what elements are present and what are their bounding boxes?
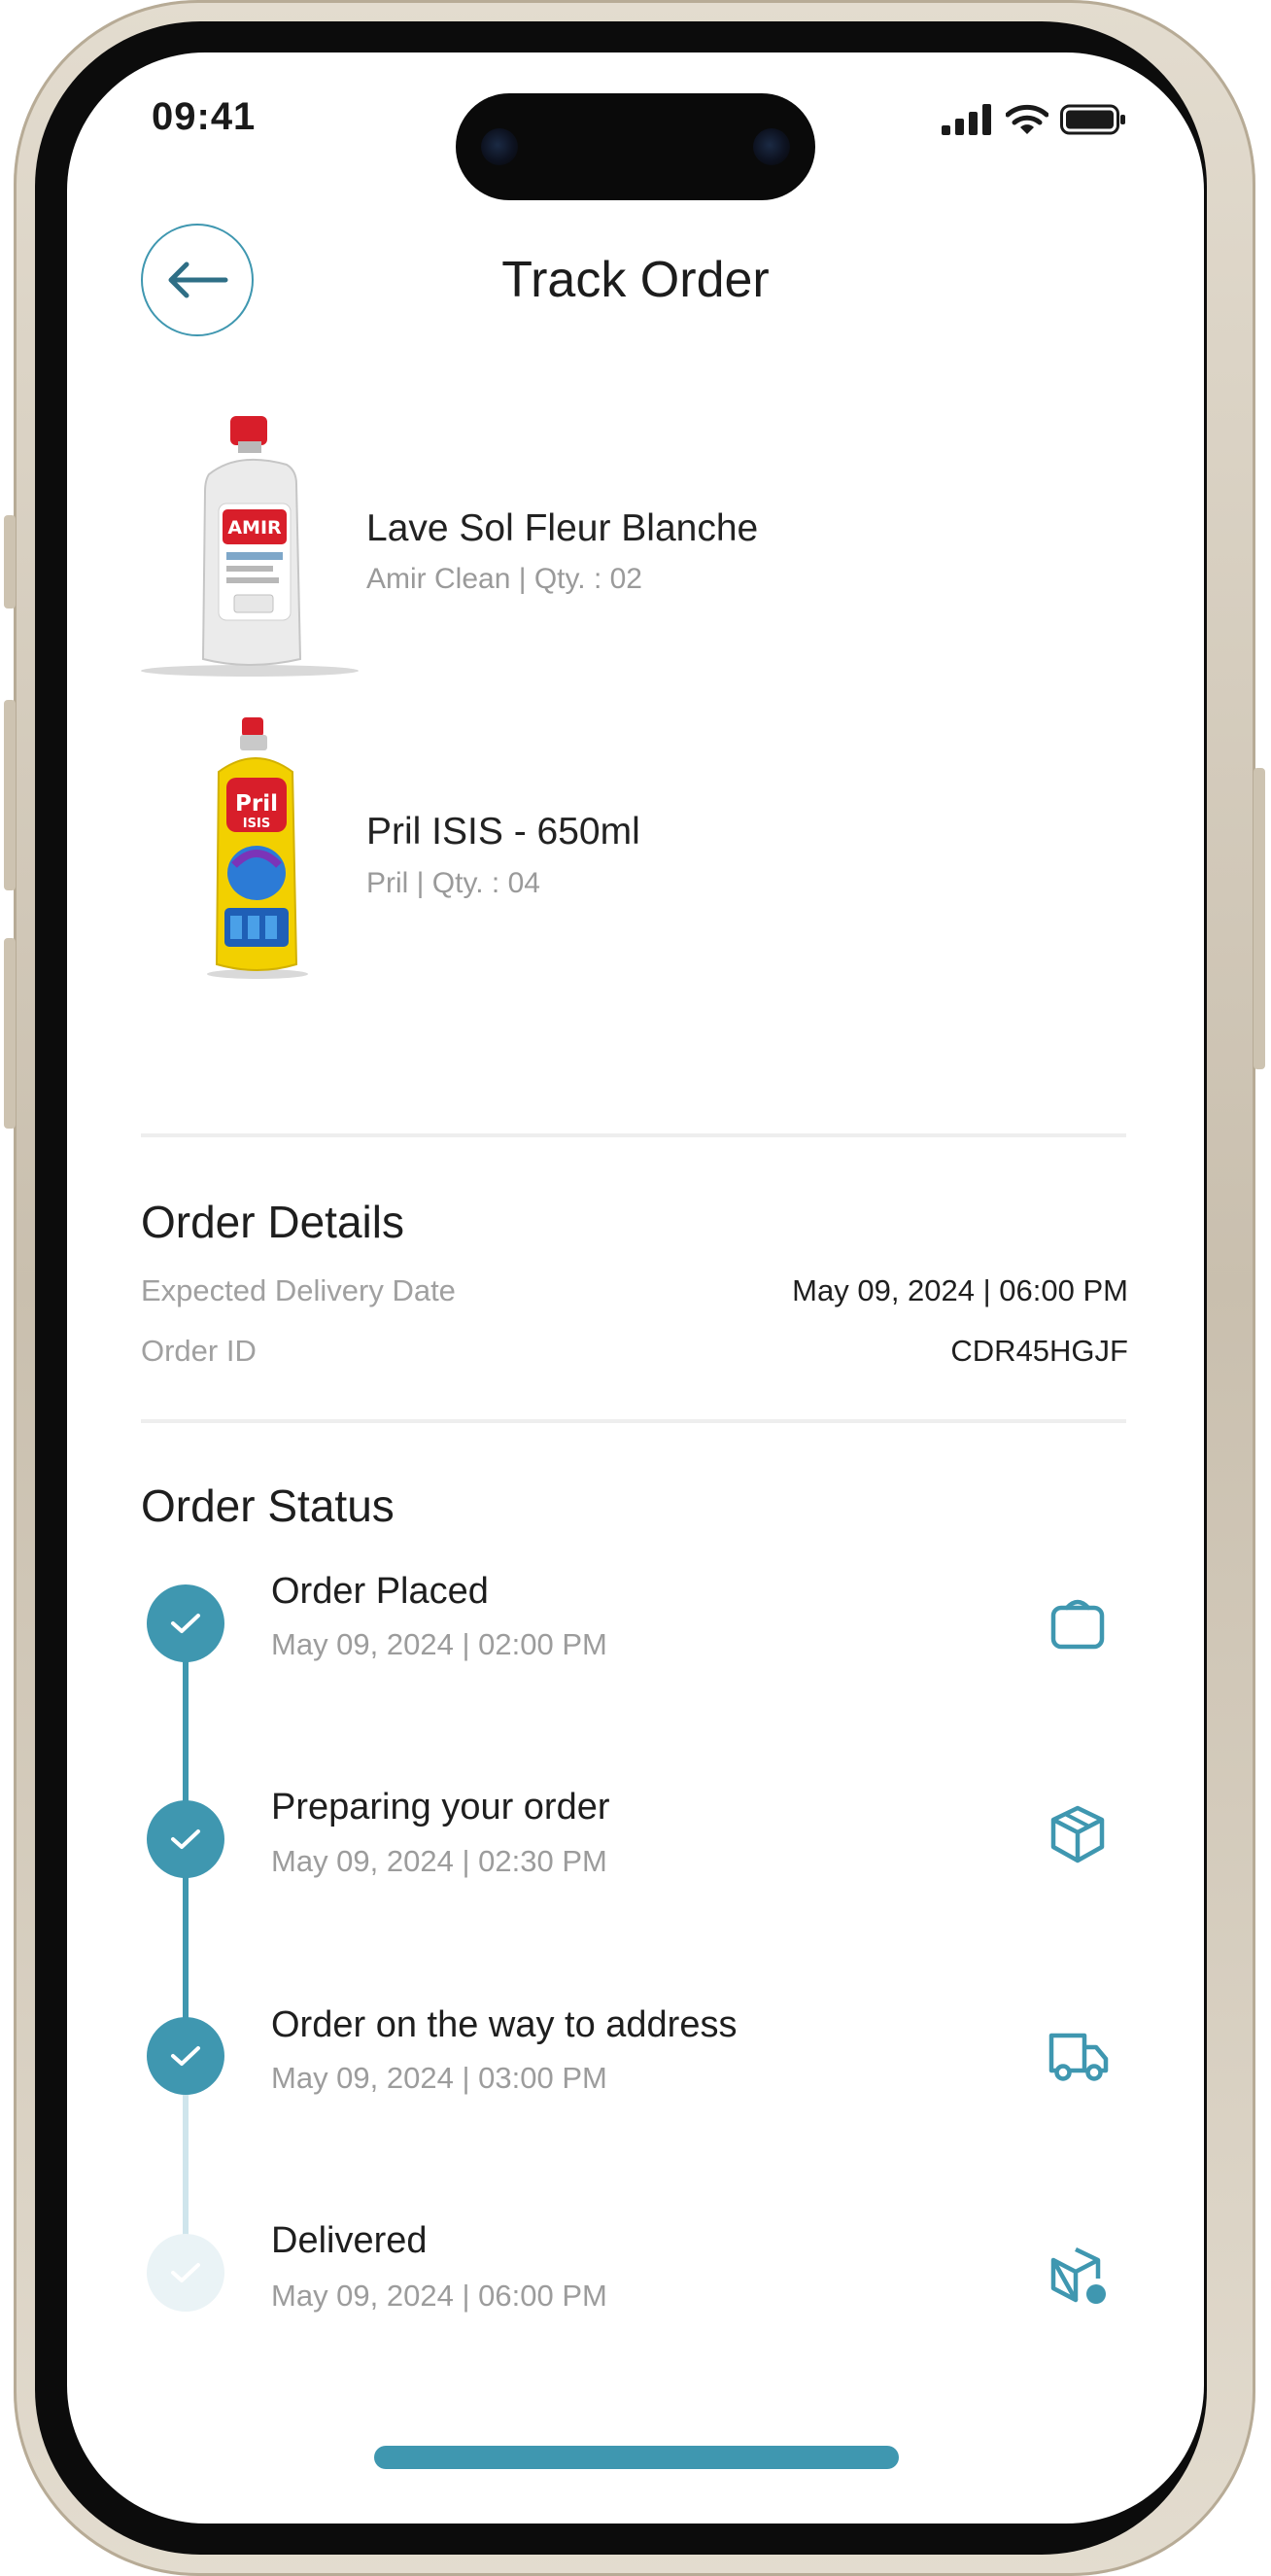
phone-volume-up-button [4, 700, 16, 890]
step-title: Preparing your order [271, 1787, 610, 1828]
expected-delivery-row: Expected Delivery Date May 09, 2024 | 06… [141, 1273, 1128, 1312]
step-time: May 09, 2024 | 03:00 PM [271, 2061, 607, 2095]
order-item[interactable]: Pril ISIS Pril ISIS - 650ml Pril | Qty. … [141, 717, 1113, 980]
product-meta: Pril | Qty. : 04 [366, 867, 540, 899]
status-time: 09:41 [152, 95, 257, 138]
delivered-box-icon [1050, 2246, 1106, 2304]
order-id-value[interactable]: CDR45HGJF [950, 1334, 1128, 1369]
product-label-text: Pril [235, 791, 278, 817]
product-image: Pril ISIS [141, 717, 374, 980]
step-pending-indicator [147, 2234, 224, 2312]
checkmark-icon [171, 2263, 200, 2282]
order-status-title: Order Status [141, 1480, 395, 1531]
package-box-icon [1050, 1805, 1105, 1863]
step-title: Order on the way to address [271, 2004, 738, 2045]
order-item[interactable]: AMIR Lave Sol Fleur Blanche Amir Clean |… [141, 416, 1113, 679]
delivery-truck-icon [1048, 2033, 1109, 2081]
order-id-label: Order ID [141, 1334, 257, 1368]
expected-delivery-value: May 09, 2024 | 06:00 PM [792, 1273, 1128, 1307]
front-sensor-icon [481, 128, 518, 165]
page-title: Track Order [501, 252, 770, 308]
wifi-icon [1006, 104, 1048, 134]
order-details-title: Order Details [141, 1197, 404, 1247]
step-title: Delivered [271, 2220, 428, 2261]
product-label-text: AMIR [227, 517, 282, 539]
expected-delivery-label: Expected Delivery Date [141, 1273, 456, 1307]
phone-volume-down-button [4, 938, 16, 1129]
checkmark-icon [171, 2046, 200, 2066]
order-id-row: Order ID CDR45HGJF [141, 1334, 1128, 1373]
product-sublabel-text: ISIS [243, 817, 270, 831]
divider [141, 1419, 1126, 1423]
divider [141, 1133, 1126, 1137]
checkmark-icon [171, 1614, 200, 1633]
shopping-bag-icon [1050, 1599, 1105, 1650]
phone-power-button [1254, 768, 1265, 1069]
cellular-signal-icon [942, 104, 991, 135]
product-name: Pril ISIS - 650ml [366, 811, 640, 853]
step-time: May 09, 2024 | 02:30 PM [271, 1844, 607, 1878]
battery-icon [1060, 104, 1125, 135]
step-time: May 09, 2024 | 06:00 PM [271, 2279, 607, 2313]
step-check-indicator [147, 1584, 224, 1662]
status-icons [942, 103, 1126, 136]
product-name: Lave Sol Fleur Blanche [366, 507, 759, 549]
front-camera-icon [753, 128, 790, 165]
step-title: Order Placed [271, 1571, 489, 1612]
app-screen: 09:41 Track Order AMIR Lave Sol Fleur Bl… [67, 52, 1204, 2524]
step-check-indicator [147, 2017, 224, 2095]
phone-action-button [4, 515, 16, 609]
checkmark-icon [171, 1829, 200, 1849]
home-indicator[interactable] [374, 2446, 899, 2469]
dynamic-island [456, 93, 815, 200]
step-time: May 09, 2024 | 02:00 PM [271, 1627, 607, 1661]
product-image: AMIR [141, 416, 374, 679]
product-meta: Amir Clean | Qty. : 02 [366, 563, 642, 595]
step-check-indicator [147, 1800, 224, 1878]
